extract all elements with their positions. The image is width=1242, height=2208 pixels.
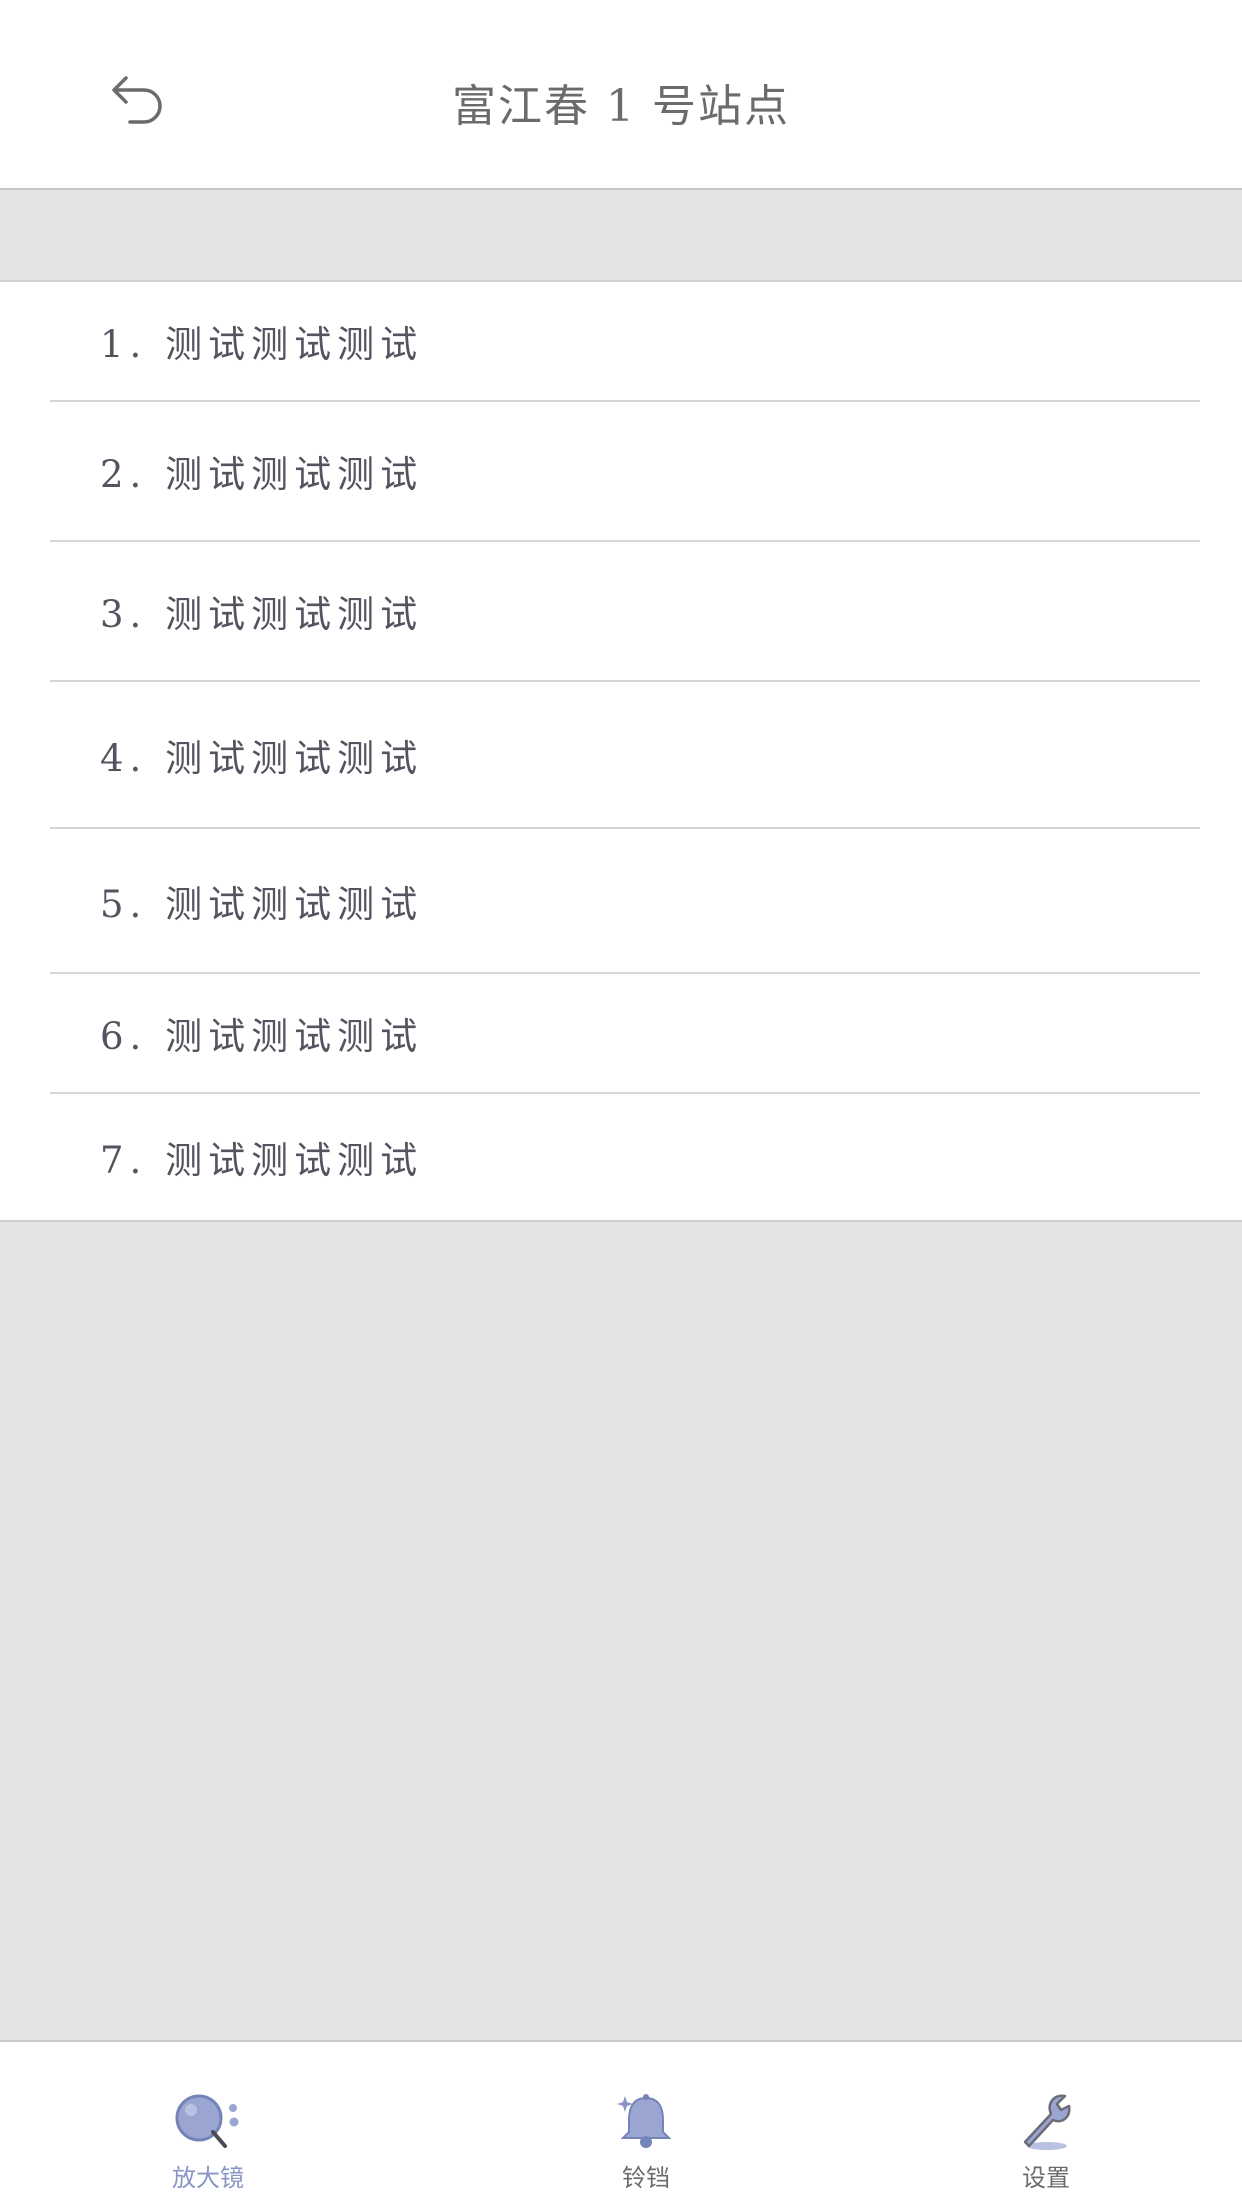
header-bar: 富江春 1 号站点 bbox=[0, 0, 1242, 190]
magnifier-icon bbox=[175, 2094, 239, 2148]
bottom-tab-bar: 放大镜 铃铛 设置 bbox=[0, 2040, 1242, 2208]
tab-settings[interactable]: 设置 bbox=[946, 2042, 1146, 2208]
list-item[interactable]: 2. 测试测试测试 bbox=[50, 402, 1200, 542]
list-item[interactable]: 5. 测试测试测试 bbox=[50, 829, 1200, 974]
item-list: 1. 测试测试测试 2. 测试测试测试 3. 测试测试测试 4. 测试测试测试 … bbox=[0, 280, 1242, 1222]
list-item[interactable]: 6. 测试测试测试 bbox=[50, 974, 1200, 1094]
tab-label: 设置 bbox=[1022, 2164, 1070, 2192]
tab-label: 放大镜 bbox=[172, 2164, 244, 2192]
list-item[interactable]: 1. 测试测试测试 bbox=[50, 282, 1200, 402]
tab-magnifier[interactable]: 放大镜 bbox=[108, 2042, 308, 2208]
page-title: 富江春 1 号站点 bbox=[452, 81, 790, 132]
tab-bell[interactable]: 铃铛 bbox=[546, 2042, 746, 2208]
tab-label: 铃铛 bbox=[622, 2164, 670, 2192]
wrench-icon bbox=[1023, 2094, 1071, 2150]
list-item[interactable]: 4. 测试测试测试 bbox=[50, 682, 1200, 829]
bell-icon bbox=[617, 2094, 672, 2148]
app-screen: 富江春 1 号站点 1. 测试测试测试 2. 测试测试测试 3. 测试测试测试 … bbox=[0, 0, 1242, 2208]
list-item[interactable]: 3. 测试测试测试 bbox=[50, 542, 1200, 682]
list-item[interactable]: 7. 测试测试测试 bbox=[50, 1094, 1200, 1220]
